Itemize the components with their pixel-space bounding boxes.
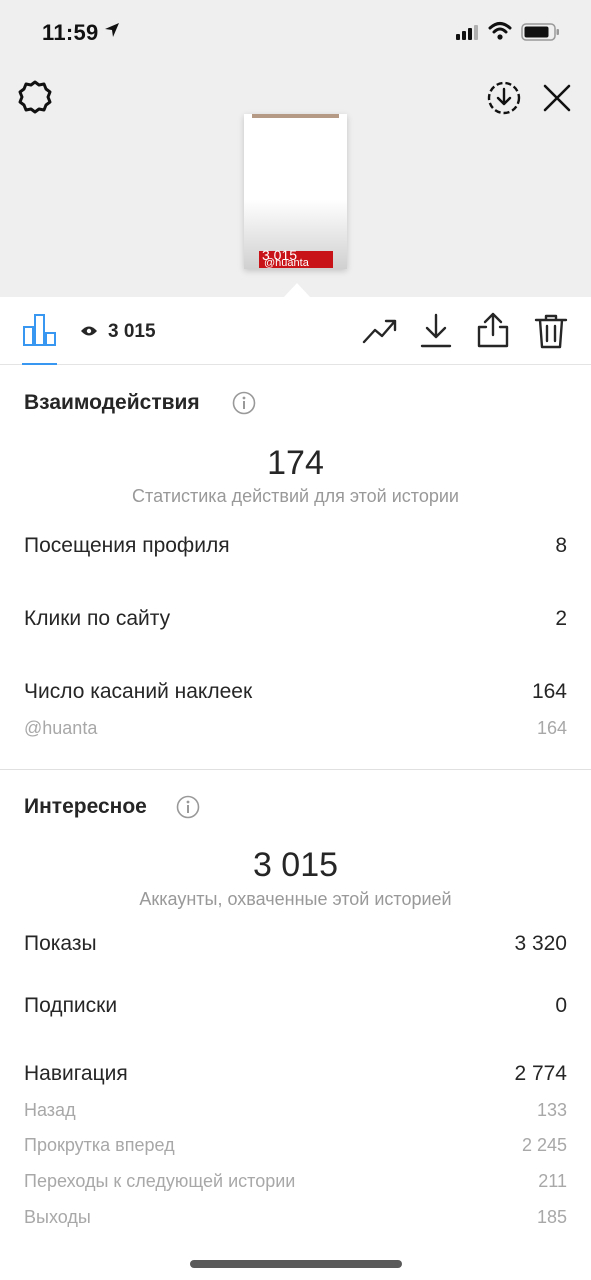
trend-icon[interactable] — [362, 317, 398, 345]
info-icon[interactable] — [232, 391, 256, 415]
discovery-caption: Аккаунты, охваченные этой историей — [139, 889, 452, 909]
status-bar: 11:59 — [0, 0, 591, 64]
follows-label: Подписки — [24, 994, 118, 1017]
location-arrow-icon — [105, 23, 119, 37]
impressions-value: 3 320 — [514, 932, 567, 955]
thumbnail-pointer — [283, 283, 311, 298]
battery-icon — [521, 23, 559, 41]
active-tab-indicator — [22, 363, 57, 365]
section-divider — [0, 769, 591, 770]
sticker-handle-value: 164 — [536, 718, 567, 738]
info-icon[interactable] — [176, 795, 200, 819]
nav-back-label: Назад — [24, 1100, 76, 1120]
eye-icon — [81, 326, 97, 336]
profile-visits-label: Посещения профиля — [24, 534, 230, 557]
close-icon[interactable] — [542, 83, 572, 113]
impressions-label: Показы — [24, 932, 97, 955]
sticker-handle-label: @huanta — [24, 718, 98, 738]
wifi-icon — [488, 22, 512, 40]
bar-chart-icon[interactable] — [22, 313, 58, 347]
follows-value: 0 — [555, 994, 567, 1017]
nav-next-story-label: Переходы к следующей истории — [24, 1171, 296, 1191]
viewers-count[interactable]: 3 015 — [108, 321, 156, 343]
website-clicks-label: Клики по сайту — [24, 607, 171, 630]
download-icon[interactable] — [420, 313, 452, 349]
signal-icon — [456, 25, 478, 40]
interactions-total: 174 — [267, 444, 324, 482]
interactions-title: Взаимодействия — [24, 391, 200, 414]
status-time: 11:59 — [42, 20, 99, 45]
nav-forward-value: 2 245 — [521, 1135, 567, 1155]
story-thumbnail-photo-strip — [252, 114, 339, 118]
settings-icon[interactable] — [16, 78, 54, 116]
discovery-title: Интересное — [24, 795, 147, 818]
website-clicks-value: 2 — [555, 607, 567, 630]
sticker-taps-value: 164 — [531, 680, 567, 703]
download-circle-icon[interactable] — [486, 80, 522, 116]
home-indicator[interactable] — [190, 1260, 402, 1268]
story-header-area: 11:59 3 015 @huanta — [0, 0, 591, 297]
nav-exits-label: Выходы — [24, 1207, 91, 1227]
story-thumbnail[interactable]: 3 015 @huanta — [244, 114, 347, 269]
interactions-caption: Статистика действий для этой истории — [132, 486, 459, 506]
share-icon[interactable] — [476, 311, 510, 349]
nav-exits-value: 185 — [536, 1207, 567, 1227]
navigation-label: Навигация — [24, 1062, 128, 1085]
profile-visits-value: 8 — [555, 534, 567, 557]
sticker-taps-label: Число касаний наклеек — [24, 680, 253, 703]
nav-back-value: 133 — [536, 1100, 567, 1120]
nav-forward-label: Прокрутка вперед — [24, 1135, 175, 1155]
insights-toolbar: 3 015 — [0, 297, 591, 365]
navigation-value: 2 774 — [514, 1062, 567, 1085]
trash-icon[interactable] — [534, 313, 568, 349]
nav-next-story-value: 211 — [538, 1171, 567, 1191]
discovery-total: 3 015 — [252, 846, 339, 884]
thumbnail-mention-handle: @huanta — [264, 257, 309, 269]
